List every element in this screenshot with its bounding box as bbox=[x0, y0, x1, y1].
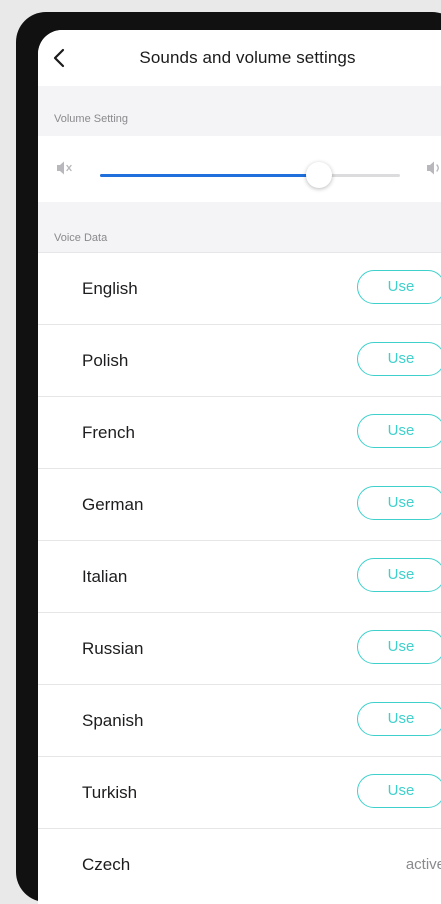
back-button[interactable] bbox=[48, 44, 72, 72]
use-button[interactable]: Use bbox=[357, 558, 441, 592]
header-bar: Sounds and volume settings bbox=[38, 30, 441, 86]
voice-row-polish: Polish Use bbox=[38, 324, 441, 396]
voice-name: German bbox=[82, 495, 144, 514]
phone-frame: Sounds and volume settings Volume Settin… bbox=[16, 12, 441, 904]
page-title: Sounds and volume settings bbox=[139, 48, 356, 67]
use-button[interactable]: Use bbox=[357, 342, 441, 376]
voice-name: Spanish bbox=[82, 711, 144, 730]
volume-slider[interactable] bbox=[100, 162, 400, 188]
voice-row-turkish: Turkish Use bbox=[38, 756, 441, 828]
voice-row-french: French Use bbox=[38, 396, 441, 468]
speaker-muted-icon bbox=[57, 161, 72, 175]
voice-list: English Use Polish Use French Use German Use Ita… bbox=[38, 252, 441, 900]
voice-row-italian: Italian Use bbox=[38, 540, 441, 612]
voice-section-label: Voice Data bbox=[54, 232, 108, 244]
volume-slider-thumb[interactable] bbox=[306, 162, 332, 188]
volume-slider-fill bbox=[100, 174, 319, 177]
voice-name: Czech bbox=[82, 855, 131, 874]
use-button[interactable]: Use bbox=[357, 486, 441, 520]
use-button[interactable]: Use bbox=[357, 702, 441, 736]
active-status-label: active bbox=[405, 856, 441, 873]
voice-row-russian: Russian Use bbox=[38, 612, 441, 684]
voice-name: English bbox=[82, 279, 138, 298]
voice-name: Russian bbox=[82, 639, 144, 658]
volume-section-label: Volume Setting bbox=[54, 113, 128, 125]
use-button[interactable]: Use bbox=[357, 414, 441, 448]
use-button[interactable]: Use bbox=[357, 630, 441, 664]
use-button[interactable]: Use bbox=[357, 774, 441, 808]
voice-name: Polish bbox=[82, 351, 129, 370]
use-button[interactable]: Use bbox=[357, 270, 441, 304]
voice-name: French bbox=[82, 423, 135, 442]
voice-section-header: Voice Data bbox=[38, 202, 441, 252]
volume-section-header: Volume Setting bbox=[38, 86, 441, 136]
voice-name: Turkish bbox=[82, 783, 138, 802]
speaker-loud-icon bbox=[427, 161, 439, 175]
voice-row-spanish: Spanish Use bbox=[38, 684, 441, 756]
volume-row bbox=[38, 136, 441, 202]
screen: Sounds and volume settings Volume Settin… bbox=[38, 30, 441, 904]
voice-row-german: German Use bbox=[38, 468, 441, 540]
voice-row-english: English Use bbox=[38, 252, 441, 324]
voice-row-czech: Czech active bbox=[38, 828, 441, 900]
voice-name: Italian bbox=[82, 567, 128, 586]
chevron-left-icon bbox=[53, 48, 65, 68]
